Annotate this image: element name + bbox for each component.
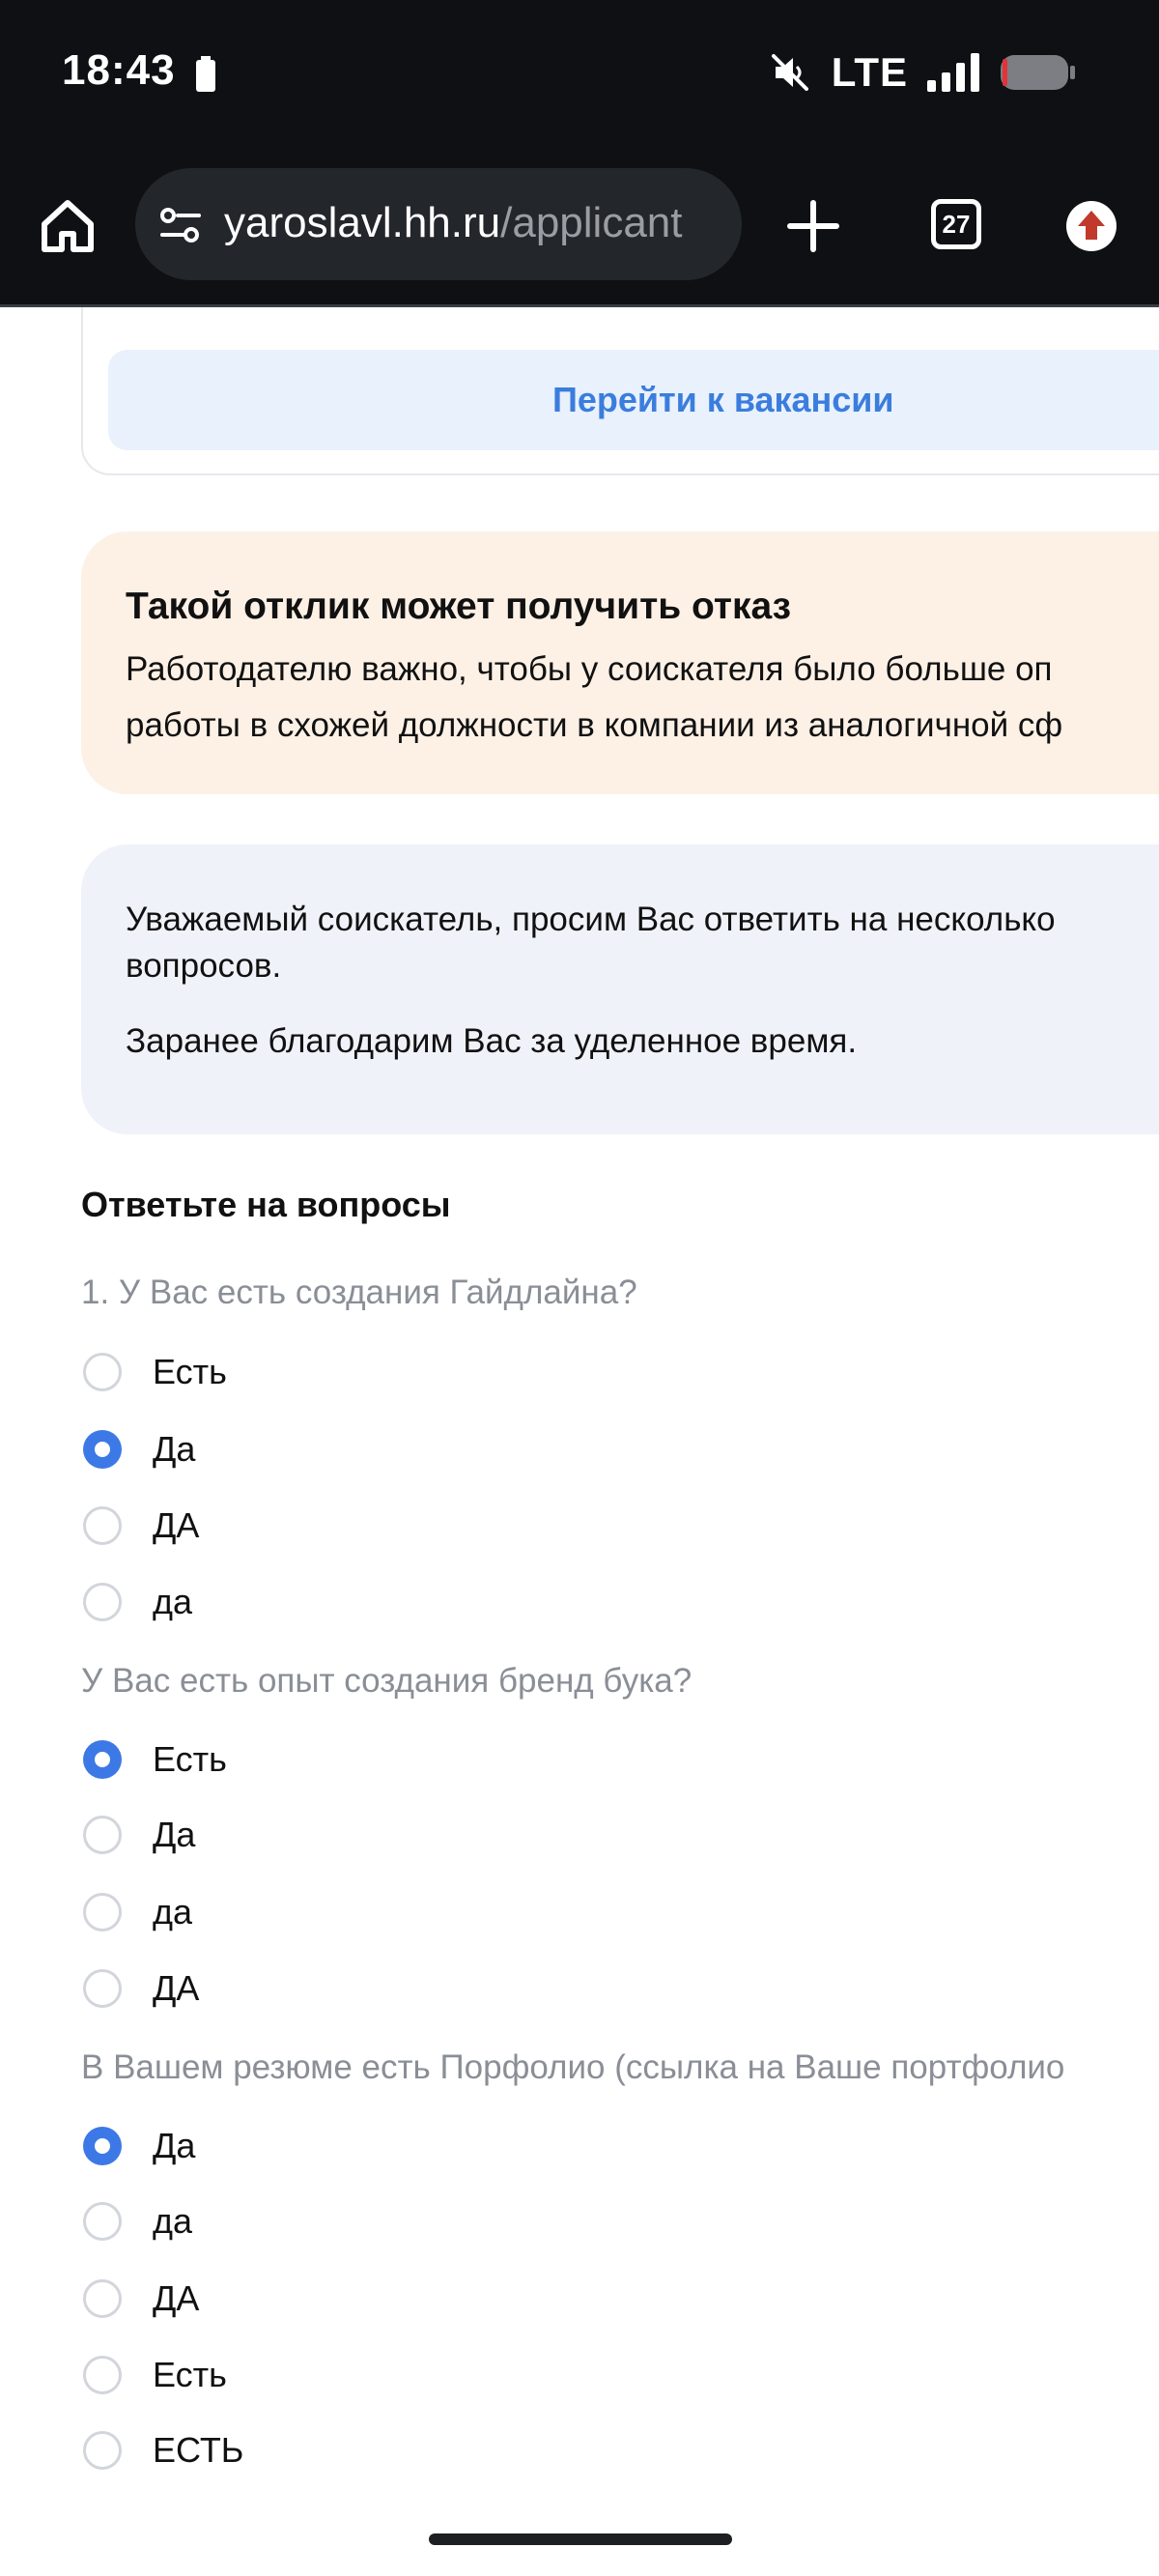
tabs-icon[interactable]: 27: [931, 199, 981, 249]
radio-button[interactable]: [83, 2431, 122, 2470]
home-indicator[interactable]: [429, 2533, 732, 2545]
address-bar[interactable]: yaroslavl.hh.ru/applicant: [135, 168, 742, 280]
option-label: Есть: [153, 1352, 227, 1391]
option-label: Есть: [153, 2355, 227, 2394]
radio-button[interactable]: [83, 2356, 122, 2394]
option-label: ЕСТЬ: [153, 2430, 244, 2470]
go-to-vacancy-button[interactable]: Перейти к вакансии: [108, 350, 1159, 450]
warning-card: Такой отклик может получить отказ Работо…: [81, 531, 1159, 794]
option-label: Да: [153, 2126, 196, 2165]
radio-option[interactable]: да: [83, 2197, 192, 2246]
question-label: 1. У Вас есть создания Гайдлайна?: [81, 1274, 637, 1311]
option-label: Да: [153, 1815, 196, 1854]
radio-button[interactable]: [83, 1969, 122, 2008]
option-label: ДА: [153, 1505, 200, 1545]
radio-button[interactable]: [83, 1430, 122, 1469]
page-content: Перейти к вакансии Такой отклик может по…: [0, 307, 1159, 2576]
url-text: yaroslavl.hh.ru/applicant: [224, 199, 683, 247]
radio-button[interactable]: [83, 2202, 122, 2241]
network-type: LTE: [831, 49, 908, 95]
radio-option[interactable]: Да: [83, 1811, 195, 1859]
radio-option[interactable]: ДА: [83, 1502, 199, 1550]
radio-button[interactable]: [83, 1740, 122, 1779]
info-thanks-text: Заранее благодарим Вас за уделенное врем…: [126, 1022, 858, 1060]
plus-icon[interactable]: [786, 199, 840, 253]
url-path: /applicant: [500, 199, 683, 246]
warning-text: Работодателю важно, чтобы у соискателя б…: [126, 650, 1063, 744]
option-label: да: [153, 1582, 193, 1621]
radio-option[interactable]: ДА: [83, 2275, 199, 2323]
radio-option[interactable]: да: [83, 1888, 192, 1936]
question-label: У Вас есть опыт создания бренд бука?: [81, 1662, 693, 1700]
radio-option[interactable]: да: [83, 1578, 192, 1626]
radio-button[interactable]: [83, 1506, 122, 1545]
status-icons: LTE: [768, 48, 1076, 97]
radio-option[interactable]: ДА: [83, 1964, 199, 2013]
radio-button[interactable]: [83, 1583, 122, 1621]
radio-button[interactable]: [83, 1353, 122, 1391]
radio-option[interactable]: ЕСТЬ: [83, 2426, 243, 2475]
battery-icon: [1001, 55, 1075, 90]
radio-button[interactable]: [83, 2127, 122, 2165]
site-settings-icon[interactable]: [156, 201, 205, 249]
option-label: ДА: [153, 2278, 200, 2318]
option-label: да: [153, 2201, 193, 2241]
option-label: Да: [153, 1429, 196, 1469]
signal-icon: [927, 53, 979, 92]
radio-option[interactable]: Да: [83, 2122, 195, 2170]
question-label: В Вашем резюме есть Порфолио (ссылка на …: [81, 2048, 1065, 2086]
radio-option[interactable]: Да: [83, 1425, 195, 1474]
update-icon[interactable]: [1066, 201, 1117, 251]
info-card: Уважаемый соискатель, просим Вас ответит…: [81, 844, 1159, 1134]
status-time: 18:43: [62, 46, 176, 94]
url-host: yaroslavl.hh.ru: [224, 199, 501, 246]
mute-icon: [771, 54, 808, 91]
warning-title: Такой отклик может получить отказ: [126, 586, 792, 627]
status-bar: 18:43 LTE: [0, 0, 1159, 145]
radio-option[interactable]: Есть: [83, 2351, 227, 2399]
option-label: Есть: [153, 1739, 227, 1779]
battery-saver-icon: [196, 56, 215, 92]
info-text: Уважаемый соискатель, просим Вас ответит…: [126, 901, 1056, 985]
home-icon[interactable]: [37, 195, 99, 257]
option-label: ДА: [153, 1968, 200, 2008]
radio-button[interactable]: [83, 2279, 122, 2318]
questions-title: Ответьте на вопросы: [81, 1185, 451, 1224]
radio-option[interactable]: Есть: [83, 1348, 227, 1396]
radio-button[interactable]: [83, 1893, 122, 1932]
radio-button[interactable]: [83, 1816, 122, 1854]
option-label: да: [153, 1892, 193, 1932]
radio-option[interactable]: Есть: [83, 1735, 227, 1784]
browser-toolbar: yaroslavl.hh.ru/applicant 27: [0, 145, 1159, 307]
